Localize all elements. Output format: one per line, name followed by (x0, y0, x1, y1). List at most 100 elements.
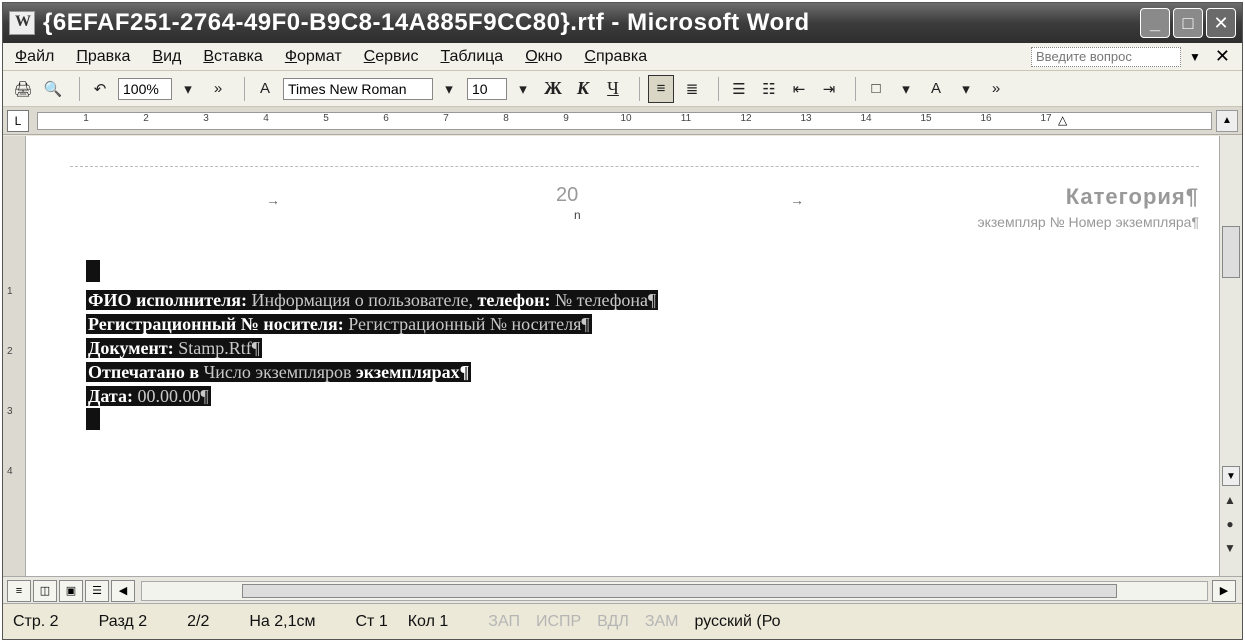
menu-format[interactable]: Формат (285, 48, 342, 66)
horizontal-scrollbar[interactable] (141, 580, 1208, 601)
align-justify-icon[interactable]: ≣ (680, 76, 704, 102)
zoom-select[interactable]: 100% (118, 77, 172, 100)
font-size-select[interactable]: 10 (467, 77, 507, 100)
ruler-number: 10 (620, 112, 632, 124)
page-header: → → 20 n Категория¶ экземпляр № Номер эк… (26, 184, 1219, 230)
minimize-button[interactable]: _ (1140, 8, 1170, 38)
right-indent-marker-icon[interactable]: △ (1058, 113, 1067, 127)
status-page: Стр. 2 (13, 612, 59, 630)
ruler-number: 16 (980, 112, 992, 124)
vertical-scroll-thumb[interactable] (1222, 226, 1240, 278)
document-line: Документ: Stamp.Rtf¶ (86, 338, 262, 358)
document-area: 1 2 3 4 → → 20 n Категория¶ экземпляр № … (3, 136, 1242, 576)
undo-icon[interactable]: ↶ (88, 76, 112, 102)
font-color-dropdown-icon[interactable]: ▾ (954, 76, 978, 102)
ask-dropdown-icon[interactable]: ▼ (1189, 50, 1201, 64)
menu-file[interactable]: Файл (15, 48, 54, 66)
document-line: Регистрационный № носителя: Регистрацион… (86, 314, 592, 334)
scroll-right-icon[interactable]: ▶ (1212, 579, 1236, 602)
font-name-dropdown-icon[interactable]: ▾ (437, 76, 461, 102)
menu-view[interactable]: Вид (152, 48, 181, 66)
window-title: {6EFAF251-2764-49F0-B9C8-14A885F9CC80}.r… (43, 9, 810, 36)
font-size-dropdown-icon[interactable]: ▾ (511, 76, 535, 102)
status-ext[interactable]: ВДЛ (597, 613, 629, 631)
next-page-icon[interactable]: ▼ (1222, 540, 1238, 556)
outline-view-icon[interactable]: ☰ (85, 579, 109, 602)
ruler-number: 11 (680, 112, 692, 124)
ruler-number: 14 (860, 112, 872, 124)
ruler-number: 4 (263, 112, 269, 124)
horizontal-ruler: L 1 2 3 4 5 6 7 8 9 10 11 12 13 14 15 16… (3, 107, 1242, 135)
menu-edit[interactable]: Правка (76, 48, 130, 66)
close-button[interactable]: ✕ (1206, 8, 1236, 38)
zoom-dropdown-icon[interactable]: ▾ (176, 76, 200, 102)
ruler-number: 12 (740, 112, 752, 124)
select-browse-object-icon[interactable]: ● (1222, 516, 1238, 532)
menu-insert[interactable]: Вставка (203, 48, 262, 66)
ruler-number: 1 (83, 112, 89, 124)
borders-dropdown-icon[interactable]: ▾ (894, 76, 918, 102)
document-close-button[interactable]: ✕ (1215, 46, 1230, 67)
underline-button[interactable]: Ч (601, 76, 625, 102)
scroll-down-icon[interactable]: ▼ (1222, 466, 1240, 486)
header-copy-number: экземпляр № Номер экземпляра¶ (977, 214, 1199, 230)
empty-paragraph (86, 260, 658, 288)
ruler-number: 2 (7, 346, 13, 357)
styles-icon[interactable]: A (253, 76, 277, 102)
align-left-icon[interactable]: ≡ (648, 74, 674, 103)
font-color-icon[interactable]: A (924, 76, 948, 102)
increase-indent-icon[interactable]: ⇥ (817, 76, 841, 102)
print-icon[interactable]: 🖨 (11, 76, 35, 102)
menu-tools[interactable]: Сервис (364, 48, 419, 66)
menu-table[interactable]: Таблица (440, 48, 503, 66)
ruler-number: 3 (203, 112, 209, 124)
toolbar-overflow-icon[interactable]: » (206, 76, 230, 102)
print-layout-icon[interactable]: ▣ (59, 579, 83, 602)
status-bar: Стр. 2 Разд 2 2/2 На 2,1см Ст 1 Кол 1 ЗА… (3, 603, 1242, 639)
bold-button[interactable]: Ж (541, 76, 565, 102)
vertical-scrollbar[interactable]: ▼ ▲ ● ▼ (1219, 136, 1242, 576)
status-line: Ст 1 (355, 612, 388, 630)
status-ovr[interactable]: ЗАМ (645, 613, 679, 631)
scroll-up-icon[interactable]: ▲ (1216, 109, 1238, 132)
vertical-ruler[interactable]: 1 2 3 4 (3, 136, 26, 576)
header-small-mark: n (574, 208, 581, 222)
font-name-select[interactable]: Times New Roman (283, 77, 433, 100)
italic-button[interactable]: К (571, 76, 595, 102)
header-category: Категория¶ (1065, 184, 1199, 209)
status-column: Кол 1 (407, 612, 449, 630)
document-page[interactable]: → → 20 n Категория¶ экземпляр № Номер эк… (26, 136, 1219, 576)
horizontal-scroll-thumb[interactable] (242, 583, 1117, 598)
status-at: На 2,1см (249, 612, 316, 630)
toolbar-options-icon[interactable]: » (984, 76, 1008, 102)
empty-paragraph (86, 408, 658, 436)
maximize-button[interactable]: □ (1173, 8, 1203, 38)
ruler-number: 13 (800, 112, 812, 124)
status-trk[interactable]: ИСПР (536, 613, 581, 631)
status-rec[interactable]: ЗАП (488, 613, 520, 631)
tab-arrow-icon: → (790, 192, 804, 208)
tab-selector[interactable]: L (7, 109, 29, 132)
ruler-number: 17 (1040, 112, 1052, 124)
print-preview-icon[interactable]: 🔍 (41, 76, 65, 102)
decrease-indent-icon[interactable]: ⇤ (787, 76, 811, 102)
menu-window[interactable]: Окно (525, 48, 562, 66)
previous-page-icon[interactable]: ▲ (1222, 492, 1238, 508)
bulleted-list-icon[interactable]: ☷ (757, 76, 781, 102)
word-window: {6EFAF251-2764-49F0-B9C8-14A885F9CC80}.r… (2, 2, 1243, 640)
borders-icon[interactable]: □ (864, 76, 888, 102)
ruler-number: 1 (7, 286, 13, 297)
menu-help[interactable]: Справка (584, 48, 647, 66)
ask-question-input[interactable]: Введите вопрос (1031, 46, 1182, 67)
header-page-field: 20 (556, 184, 579, 206)
scroll-left-icon[interactable]: ◀ (111, 579, 135, 602)
status-section: Разд 2 (98, 612, 148, 630)
numbered-list-icon[interactable]: ☰ (727, 76, 751, 102)
ruler-number: 7 (443, 112, 449, 124)
ruler-number: 3 (7, 406, 13, 417)
word-document-icon[interactable] (9, 11, 35, 35)
web-view-icon[interactable]: ◫ (33, 579, 57, 602)
ruler-track[interactable]: 1 2 3 4 5 6 7 8 9 10 11 12 13 14 15 16 1… (37, 111, 1212, 130)
document-line: ФИО исполнителя: Информация о пользовате… (86, 290, 659, 310)
normal-view-icon[interactable]: ≡ (7, 579, 31, 602)
